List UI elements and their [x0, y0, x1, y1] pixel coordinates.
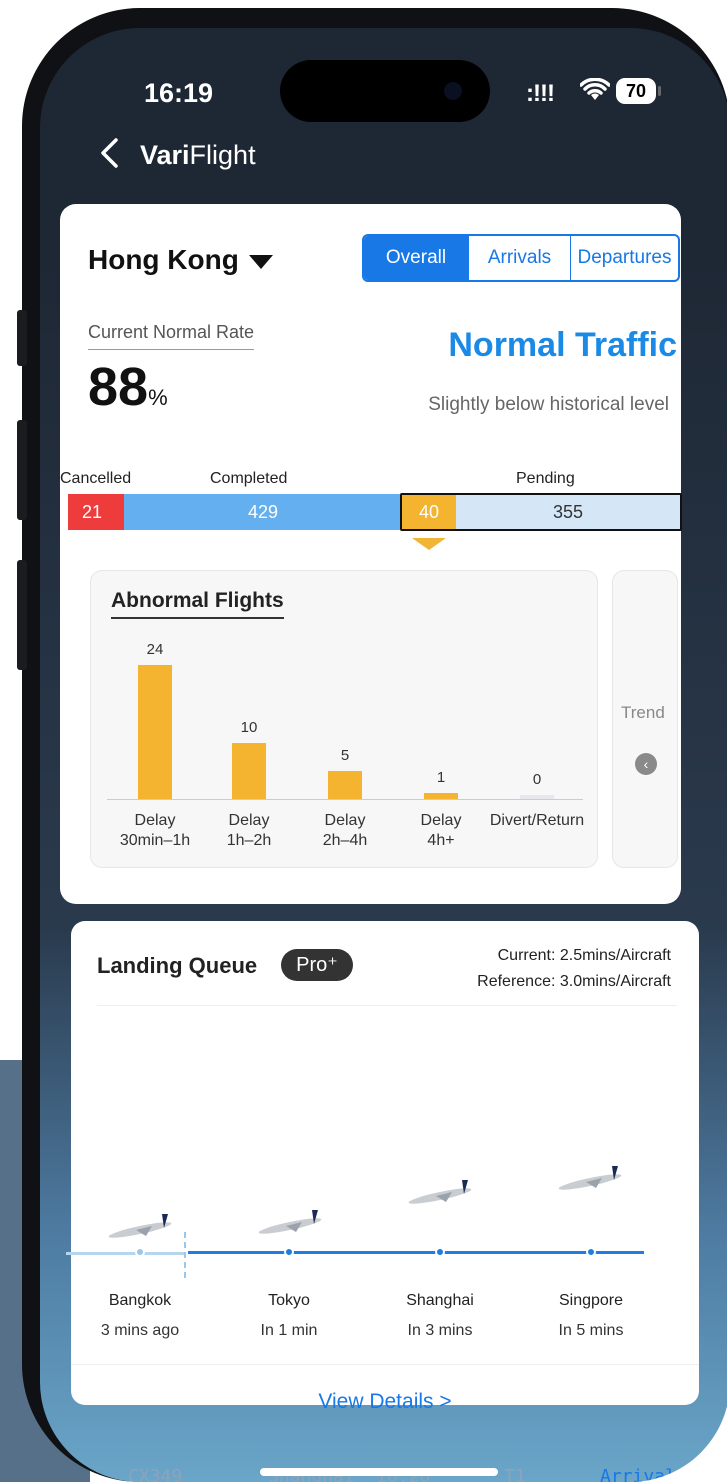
- queue-city: Tokyo: [268, 1292, 310, 1309]
- queue-dot-past: [135, 1247, 145, 1257]
- city-selector[interactable]: Hong Kong: [88, 244, 273, 276]
- pointer-triangle-icon: [412, 538, 446, 550]
- chart-category-label: Delay 1h–2h: [226, 812, 272, 849]
- chart-value-label: 1: [436, 769, 446, 786]
- queue-now-marker: [184, 1232, 186, 1278]
- chart-axis: [107, 799, 583, 800]
- battery-tip: [658, 86, 661, 96]
- back-button[interactable]: [98, 136, 120, 179]
- brand-bold: Vari: [140, 140, 190, 170]
- pro-badge: Pro⁺: [281, 949, 353, 981]
- view-details-link[interactable]: View Details >: [71, 1390, 699, 1414]
- chart-bar: [424, 793, 458, 799]
- plane-icon: [258, 1210, 322, 1234]
- cancelled-label: Cancelled: [60, 470, 132, 487]
- divider: [97, 1005, 677, 1006]
- city-name: Hong Kong: [88, 244, 239, 275]
- queue-dot: [586, 1247, 596, 1257]
- flight-number: CX349: [128, 1466, 183, 1482]
- queue-eta: In 5 mins: [558, 1322, 624, 1339]
- completed-segment: 429: [124, 494, 402, 530]
- wifi-icon: [579, 77, 611, 109]
- chart-value-label: 5: [340, 747, 350, 764]
- divider: [71, 1364, 699, 1365]
- chart-value-label: 10: [240, 719, 258, 736]
- tab-overall[interactable]: Overall: [364, 236, 468, 280]
- normal-rate-number: 88: [88, 357, 149, 417]
- traffic-note: Slightly below historical level: [428, 394, 669, 415]
- chart-category-label: Divert/Return: [489, 812, 585, 829]
- queue-line-past: [66, 1252, 184, 1255]
- abnormal-title: Abnormal Flights: [111, 589, 284, 619]
- queue-eta: In 3 mins: [407, 1322, 473, 1339]
- chevron-left-circle-icon[interactable]: ‹: [635, 753, 657, 775]
- chart-value-label: 24: [146, 641, 164, 658]
- plane-icon: [408, 1180, 472, 1204]
- abnormal-flights-panel: Abnormal Flights 24 Delay 30min–1h 10 Delay 1…: [90, 570, 598, 868]
- trend-label: Trend: [621, 703, 665, 722]
- queue-city: Singpore: [558, 1292, 624, 1309]
- chart-bar: [138, 665, 172, 799]
- nav-bar: VariFlight: [40, 138, 727, 178]
- side-button-volume-down: [17, 560, 27, 670]
- tab-departures[interactable]: Departures: [570, 236, 678, 280]
- camera-icon: [444, 82, 462, 100]
- chart-bar: [232, 743, 266, 799]
- caret-down-icon: [248, 254, 273, 269]
- status-bar: 16:19 :!!! 70: [40, 60, 727, 122]
- landing-queue-title: Landing Queue: [97, 953, 258, 978]
- chart-value-label: 0: [532, 771, 542, 788]
- battery-icon: 70: [616, 78, 656, 104]
- current-rate: Current: 2.5mins/Aircraft: [497, 947, 671, 964]
- direction-tabs: Overall Arrivals Departures: [362, 234, 680, 282]
- queue-eta: 3 mins ago: [100, 1322, 180, 1339]
- dynamic-island: [280, 60, 490, 122]
- trend-panel[interactable]: Trend ‹: [612, 570, 678, 868]
- chart-category-label: Delay 2h–4h: [322, 812, 368, 849]
- side-button-mute: [17, 310, 27, 366]
- brand-logo: VariFlight: [140, 140, 256, 171]
- side-button-volume-up: [17, 420, 27, 520]
- signal-icon: :!!!: [526, 80, 555, 107]
- plane-icon: [558, 1166, 622, 1190]
- queue-line-upcoming: [188, 1251, 644, 1254]
- queue-dot: [284, 1247, 294, 1257]
- traffic-status: Normal Traffic: [448, 326, 677, 364]
- cancelled-segment: 21: [68, 494, 124, 530]
- status-time: 16:19: [144, 78, 214, 108]
- completed-label: Completed: [210, 470, 288, 487]
- queue-dot: [435, 1247, 445, 1257]
- plane-icon: [108, 1214, 172, 1238]
- normal-rate-unit: %: [148, 385, 168, 410]
- queue-city: Shanghai: [406, 1292, 474, 1309]
- app-screen: 16:19 :!!! 70 VariFlight Hong Kong Overa…: [40, 28, 727, 1482]
- pending-highlight: [400, 493, 682, 531]
- queue-city: Bangkok: [108, 1292, 172, 1309]
- home-indicator: [260, 1468, 498, 1476]
- flight-terminal: T1: [504, 1466, 526, 1482]
- normal-rate-label: Current Normal Rate: [88, 322, 255, 350]
- flight-status: Arrival: [600, 1466, 676, 1482]
- chart-category-label: Delay 4h+: [420, 812, 462, 849]
- airport-summary-card: Hong Kong Overall Arrivals Departures Cu…: [60, 204, 682, 904]
- pending-label: Pending: [516, 470, 575, 487]
- brand-rest: Flight: [189, 140, 256, 170]
- queue-eta: In 1 min: [260, 1322, 318, 1339]
- chart-bar: [328, 771, 362, 799]
- chart-bar: [520, 795, 554, 799]
- normal-rate-value: 88%: [88, 356, 168, 418]
- queue-rates: Current: 2.5mins/Aircraft Reference: 3.0…: [477, 943, 671, 995]
- tab-arrivals[interactable]: Arrivals: [468, 236, 570, 280]
- chevron-left-icon: [101, 138, 118, 168]
- reference-rate: Reference: 3.0mins/Aircraft: [477, 973, 671, 990]
